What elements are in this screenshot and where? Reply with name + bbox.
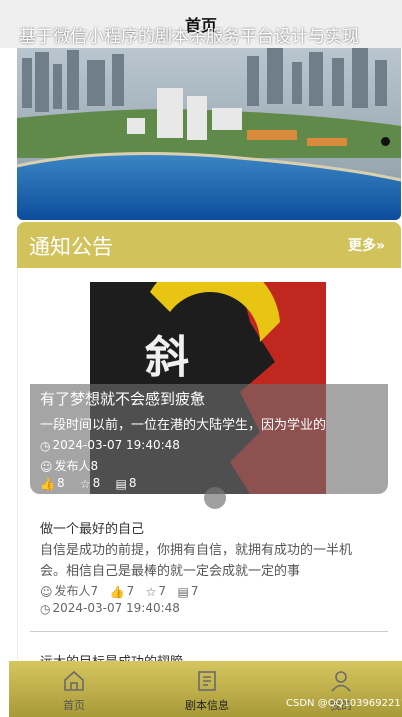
star-icon: ☆	[145, 585, 157, 599]
document-icon: ▤	[115, 477, 127, 491]
book-icon	[198, 671, 216, 691]
banner-indicator-dot[interactable]	[381, 137, 390, 146]
notice-item-time: 2024-03-07 19:40:48	[52, 601, 180, 615]
divider	[30, 631, 388, 632]
notice-item-author: 发布人7	[54, 584, 99, 598]
user-icon	[331, 671, 351, 692]
app-title: 基于微信小程序的剧本杀服务平台设计与实现	[19, 27, 359, 47]
featured-likes: 8	[56, 476, 65, 490]
tab-script-info-label: 剧本信息	[185, 699, 229, 712]
notice-item-likes: 7	[126, 584, 135, 598]
notice-item-time-row: ◷ 2024-03-07 19:40:48	[40, 601, 180, 616]
tab-home-label: 首页	[63, 699, 85, 712]
double-chevron-right-icon: »	[375, 238, 385, 254]
notice-item-views: 7	[190, 584, 199, 598]
notice-title: 通知公告	[29, 235, 113, 259]
featured-author: 发布人8	[54, 459, 99, 473]
clock-icon: ◷	[40, 602, 51, 616]
notice-header: 通知公告 更多»	[17, 222, 401, 268]
featured-time-row: ◷ 2024-03-07 19:40:48	[40, 438, 180, 453]
user-icon: ☺	[40, 460, 53, 474]
carousel-indicator[interactable]	[204, 487, 226, 509]
featured-author-row: ☺ 发布人8	[40, 457, 98, 474]
notice-item-description: 自信是成功的前提，你拥有自信，就拥有成功的一半机会。相信自己是最棒的就一定会成就…	[40, 543, 353, 579]
tab-home[interactable]: 首页	[24, 661, 124, 717]
featured-favs: 8	[92, 476, 101, 490]
thumb-up-icon: 👍	[109, 585, 125, 599]
tab-script-info[interactable]: 剧本信息	[157, 661, 257, 717]
featured-views: 8	[128, 476, 137, 490]
cover-text: 斜	[145, 332, 189, 383]
notice-item-stats: ☺ 发布人7 👍 7 ☆ 7 ▤ 7	[40, 582, 199, 599]
document-icon: ▤	[177, 585, 189, 599]
home-icon	[64, 670, 84, 691]
featured-description: 一段时间以前，一位在港的大陆学生，因为学业的	[40, 418, 327, 433]
more-label: 更多	[347, 238, 376, 254]
watermark: CSDN @QQ1039692211	[286, 698, 402, 709]
banner-image[interactable]	[17, 48, 401, 220]
notice-item-favs: 7	[158, 584, 167, 598]
user-icon: ☺	[40, 585, 53, 599]
more-link[interactable]: 更多»	[348, 235, 385, 255]
thumb-up-icon: 👍	[40, 477, 55, 491]
featured-stats-row: 👍 8 ☆ 8 ▤ 8	[40, 476, 137, 491]
notice-item-title[interactable]: 做一个最好的自己	[40, 518, 144, 537]
clock-icon: ◷	[40, 439, 51, 453]
star-icon: ☆	[79, 477, 91, 491]
featured-title: 有了梦想就不会感到疲惫	[40, 390, 206, 408]
featured-notice-card[interactable]: 有了梦想就不会感到疲惫 一段时间以前，一位在港的大陆学生，因为学业的 ◷ 2024…	[30, 384, 388, 494]
featured-time: 2024-03-07 19:40:48	[52, 438, 180, 452]
